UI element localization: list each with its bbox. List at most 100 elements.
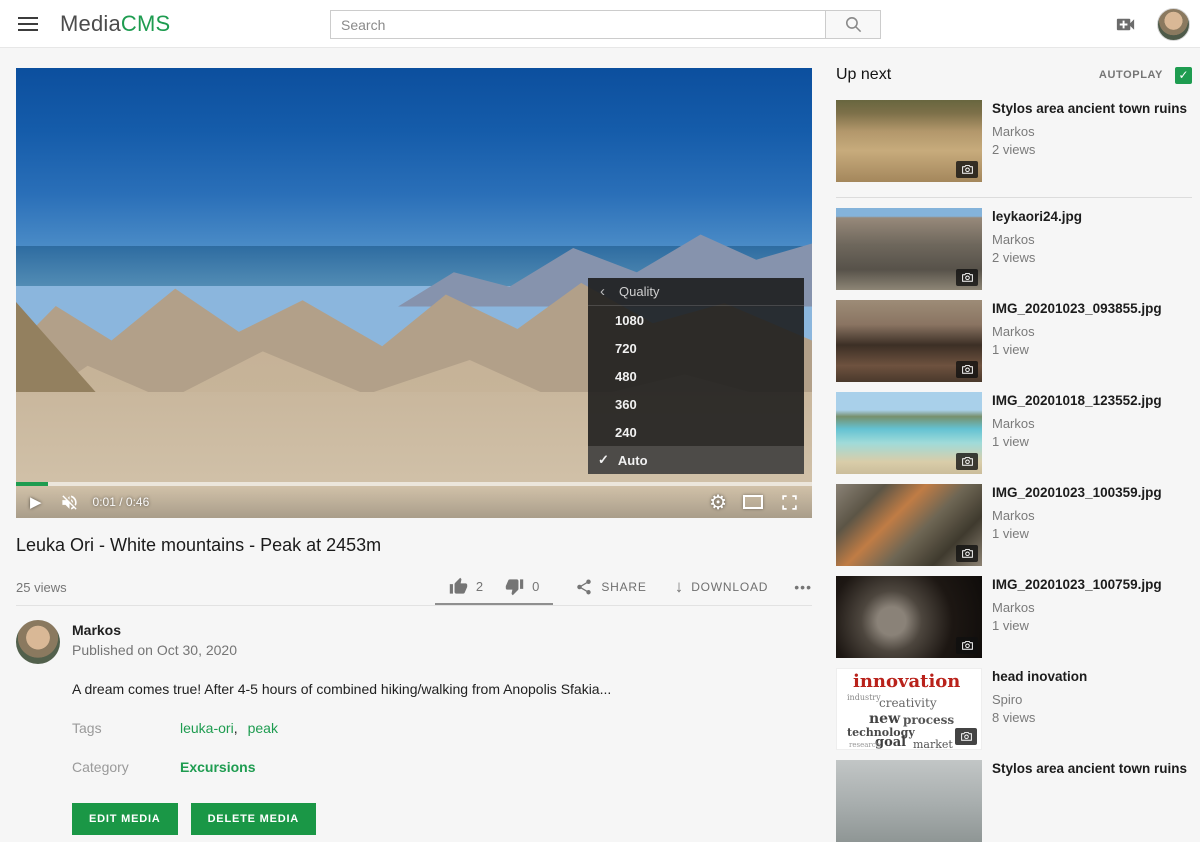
logo[interactable]: MediaCMS (60, 11, 170, 37)
user-avatar[interactable] (1157, 8, 1190, 41)
menu-icon[interactable] (18, 17, 38, 31)
camera-icon (961, 639, 974, 652)
share-icon (575, 578, 593, 596)
search-bar (330, 10, 881, 39)
category-row: Category Excursions (72, 759, 812, 775)
quality-option-240[interactable]: 240 (588, 418, 804, 446)
item-thumbnail (836, 392, 982, 474)
item-author: Markos (992, 600, 1162, 615)
up-next-item[interactable]: IMG_20201018_123552.jpg Markos 1 view (836, 392, 1192, 474)
item-author: Markos (992, 324, 1162, 339)
item-views: 1 view (992, 434, 1162, 449)
volume-muted-icon (60, 493, 79, 512)
camera-icon (960, 730, 973, 743)
quality-menu-back[interactable]: ‹ Quality (588, 278, 804, 306)
tag-separator: , (234, 720, 238, 736)
camera-icon (961, 271, 974, 284)
quality-menu: ‹ Quality 1080 720 480 360 240 ✓ Auto (588, 278, 804, 474)
item-title: IMG_20201023_093855.jpg (992, 301, 1162, 318)
item-thumbnail (836, 760, 982, 842)
item-title: IMG_20201018_123552.jpg (992, 393, 1162, 410)
item-thumbnail (836, 208, 982, 290)
search-icon (844, 15, 863, 34)
camera-icon (961, 547, 974, 560)
thumbs-up-icon (449, 577, 468, 596)
fullscreen-icon (781, 494, 798, 511)
author-avatar[interactable] (16, 620, 60, 664)
download-label: DOWNLOAD (691, 580, 768, 594)
tag-link-peak[interactable]: peak (248, 720, 278, 736)
category-label: Category (72, 759, 180, 775)
item-author: Markos (992, 232, 1082, 247)
like-count: 2 (476, 579, 483, 594)
item-author: Markos (992, 508, 1162, 523)
action-buttons: 2 0 SHARE ↓ DOWNLOAD ••• (435, 569, 812, 605)
download-button[interactable]: ↓ DOWNLOAD (675, 577, 769, 597)
upload-media-button[interactable] (1114, 13, 1137, 36)
item-views: 1 view (992, 342, 1162, 357)
image-type-badge (956, 161, 978, 178)
edit-media-button[interactable]: EDIT MEDIA (72, 803, 178, 835)
video-player[interactable]: ‹ Quality 1080 720 480 360 240 ✓ Auto ▶ … (16, 68, 812, 518)
cloud-word: creativity (879, 696, 937, 710)
up-next-item[interactable]: Stylos area ancient town ruins Markos 2 … (836, 100, 1192, 182)
play-button[interactable]: ▶ (30, 493, 42, 511)
meta-row: 25 views 2 0 SHARE ↓ DOWNLOAD ••• (16, 569, 812, 605)
media-buttons-row: EDIT MEDIA DELETE MEDIA (72, 803, 812, 835)
camera-icon (961, 363, 974, 376)
cloud-word: research (849, 741, 880, 749)
up-next-item[interactable]: innovation industry creativity new proce… (836, 668, 1192, 750)
delete-media-button[interactable]: DELETE MEDIA (191, 803, 317, 835)
category-link[interactable]: Excursions (180, 759, 255, 775)
item-views: 2 views (992, 250, 1082, 265)
image-type-badge (956, 361, 978, 378)
quality-option-1080[interactable]: 1080 (588, 306, 804, 334)
cloud-word: industry (847, 693, 881, 702)
up-next-item[interactable]: IMG_20201023_100759.jpg Markos 1 view (836, 576, 1192, 658)
like-button[interactable]: 2 (449, 577, 483, 596)
autoplay-label: AUTOPLAY (1099, 69, 1163, 81)
search-button[interactable] (826, 10, 881, 39)
author-name[interactable]: Markos (72, 622, 237, 638)
item-thumbnail (836, 576, 982, 658)
item-thumbnail: innovation industry creativity new proce… (836, 668, 982, 750)
cloud-word: new (869, 711, 900, 727)
published-date: Published on Oct 30, 2020 (72, 642, 237, 658)
share-button[interactable]: SHARE (575, 578, 646, 596)
check-icon: ✓ (1178, 68, 1188, 82)
mute-button[interactable] (60, 493, 79, 512)
image-type-badge (956, 269, 978, 286)
cloud-word: market (913, 738, 953, 750)
quality-menu-title: Quality (619, 284, 659, 299)
up-next-item[interactable]: IMG_20201023_100359.jpg Markos 1 view (836, 484, 1192, 566)
up-next-item[interactable]: IMG_20201023_093855.jpg Markos 1 view (836, 300, 1192, 382)
camera-icon (961, 455, 974, 468)
up-next-item[interactable]: leykaori24.jpg Markos 2 views (836, 208, 1192, 290)
dislike-button[interactable]: 0 (505, 577, 539, 596)
item-views: 1 view (992, 526, 1162, 541)
tags-label: Tags (72, 720, 180, 736)
fullscreen-button[interactable] (781, 494, 798, 511)
author-row: Markos Published on Oct 30, 2020 (16, 620, 812, 664)
cloud-word: innovation (853, 671, 960, 692)
tag-link-leuka-ori[interactable]: leuka-ori (180, 720, 234, 736)
image-type-badge (956, 545, 978, 562)
thumbs-down-icon (505, 577, 524, 596)
settings-button[interactable]: ⚙ (709, 490, 727, 515)
share-label: SHARE (601, 580, 646, 594)
chevron-left-icon: ‹ (600, 283, 605, 300)
check-icon: ✓ (598, 452, 609, 468)
more-options-button[interactable]: ••• (794, 579, 812, 595)
up-next-item[interactable]: Stylos area ancient town ruins (836, 760, 1192, 842)
item-title: IMG_20201023_100759.jpg (992, 577, 1162, 594)
item-author: Markos (992, 416, 1162, 431)
quality-option-720[interactable]: 720 (588, 334, 804, 362)
quality-option-auto[interactable]: ✓ Auto (588, 446, 804, 474)
search-input[interactable] (330, 10, 826, 39)
autoplay-checkbox[interactable]: ✓ (1175, 67, 1192, 84)
image-type-badge (955, 728, 977, 745)
theater-mode-button[interactable] (743, 495, 763, 509)
quality-option-480[interactable]: 480 (588, 362, 804, 390)
quality-option-360[interactable]: 360 (588, 390, 804, 418)
video-upload-icon (1114, 13, 1137, 36)
